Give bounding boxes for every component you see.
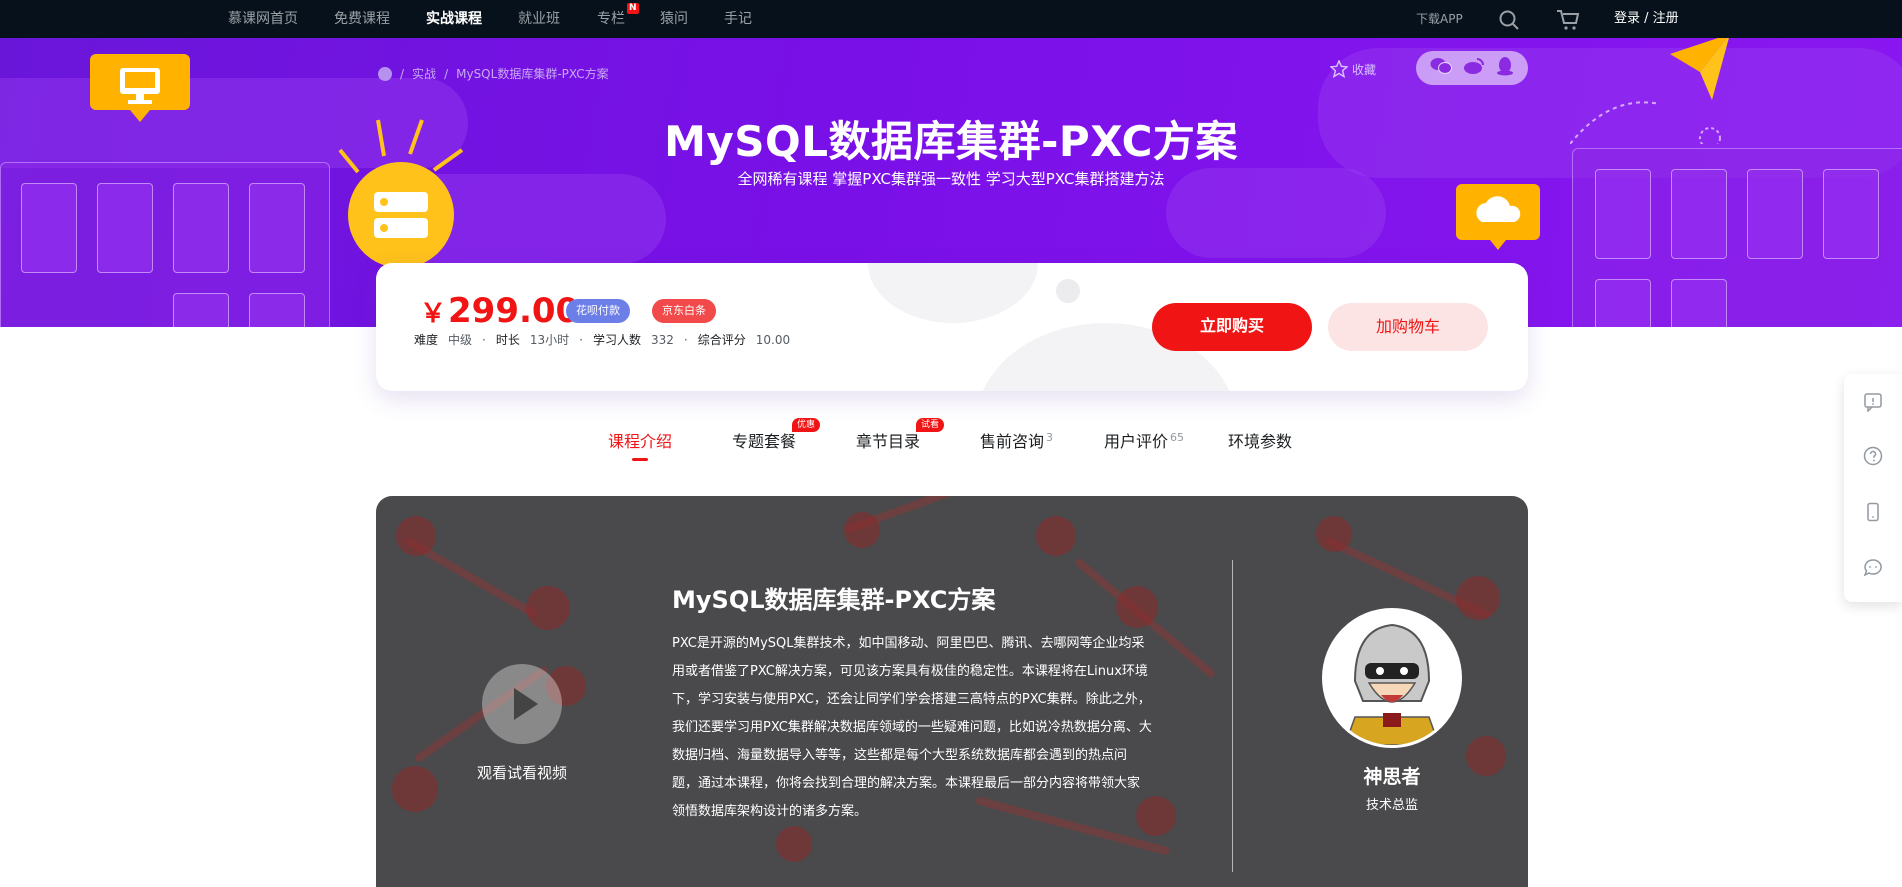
- download-app-link[interactable]: 下载APP: [1416, 0, 1463, 38]
- feedback-icon[interactable]: [1863, 392, 1883, 413]
- nav-free-courses[interactable]: 免费课程: [334, 0, 390, 38]
- tab-course-intro[interactable]: 课程介绍: [608, 428, 673, 461]
- collect-label: 收藏: [1352, 62, 1377, 77]
- card-decoration: [868, 263, 1038, 323]
- weibo-icon[interactable]: [1463, 57, 1485, 79]
- course-title: MySQL数据库集群-PXC方案: [664, 117, 1238, 166]
- login-register-link[interactable]: 登录 / 注册: [1614, 0, 1679, 38]
- meta-value: 中级: [448, 333, 473, 347]
- molecule-node: [844, 512, 880, 548]
- teacher-avatar[interactable]: [1322, 608, 1462, 748]
- tab-count: 65: [1170, 430, 1185, 444]
- floating-toolbar: [1844, 374, 1902, 602]
- meta-separator: ·: [683, 332, 688, 347]
- nav-practical-courses[interactable]: 实战课程: [426, 0, 482, 38]
- share-group: [1416, 51, 1528, 85]
- nav-column-label: 专栏: [597, 11, 625, 27]
- molecule-node: [776, 826, 812, 862]
- intro-description: PXC是开源的MySQL集群技术，如中国移动、阿里巴巴、腾讯、去哪网等企业均采用…: [672, 636, 1152, 819]
- meta-value: 13小时: [529, 333, 570, 347]
- new-badge: N: [627, 3, 639, 14]
- tab-environment[interactable]: 环境参数: [1228, 428, 1292, 452]
- wechat-icon[interactable]: [1430, 57, 1452, 79]
- currency-symbol: ￥: [420, 299, 447, 329]
- course-intro-panel: 观看试看视频 MySQL数据库集群-PXC方案 PXC是开源的MySQL集群技术…: [376, 496, 1528, 887]
- molecule-node: [1116, 586, 1158, 628]
- buy-now-button[interactable]: 立即购买: [1152, 303, 1312, 351]
- chat-icon[interactable]: [1863, 558, 1883, 578]
- molecule-node: [1036, 516, 1076, 556]
- tab-label: 章节目录: [856, 432, 921, 451]
- add-to-cart-button[interactable]: 加购物车: [1328, 303, 1488, 351]
- course-meta: 难度 中级 · 时长 13小时 · 学习人数 332 · 综合评分 10.00: [414, 331, 790, 348]
- course-subtitle: 全网稀有课程 掌握PXC集群强一致性 学习大型PXC集群搭建方法: [737, 170, 1165, 188]
- tab-user-reviews[interactable]: 用户评价 65: [1104, 428, 1184, 452]
- price-value: 299.00: [448, 291, 580, 331]
- star-icon: [1330, 60, 1348, 78]
- active-tab-indicator: [632, 458, 648, 461]
- card-decoration: [1056, 279, 1080, 303]
- meta-value: 332: [651, 332, 674, 347]
- tab-label: 课程介绍: [608, 432, 673, 451]
- search-icon[interactable]: [1498, 9, 1520, 35]
- tab-label: 售前咨询: [980, 432, 1045, 451]
- qq-icon[interactable]: [1496, 56, 1514, 80]
- breadcrumb-current: MySQL数据库集群-PXC方案: [456, 67, 609, 81]
- watch-preview-label[interactable]: 观看试看视频: [376, 762, 668, 783]
- molecule-node: [526, 586, 570, 630]
- course-price: ￥299.00: [420, 291, 579, 331]
- meta-label: 时长: [495, 333, 520, 347]
- tab-label: 用户评价: [1104, 432, 1169, 451]
- price-card: ￥299.00 花呗付款 京东白条 难度 中级 · 时长 13小时 · 学习人数…: [376, 263, 1528, 391]
- play-video-button[interactable]: [482, 664, 562, 744]
- intro-title: MySQL数据库集群-PXC方案: [672, 586, 996, 614]
- meta-label: 学习人数: [592, 333, 641, 347]
- tab-label: 环境参数: [1228, 432, 1293, 451]
- breadcrumb: / 实战 / MySQL数据库集群-PXC方案: [378, 64, 609, 84]
- meta-separator: ·: [482, 332, 486, 347]
- mobile-icon[interactable]: [1863, 502, 1883, 522]
- molecule-node: [396, 516, 436, 556]
- tab-count: 3: [1046, 430, 1054, 444]
- tab-packages[interactable]: 专题套餐 优惠: [732, 418, 821, 452]
- nav-column[interactable]: 专栏 N: [597, 0, 639, 38]
- meta-label: 综合评分: [697, 333, 746, 347]
- nav-notes[interactable]: 手记: [724, 0, 752, 38]
- course-tabs: 课程介绍 专题套餐 优惠 章节目录 试看 售前咨询 3 用户评价 65 环境参数: [0, 418, 1902, 461]
- meta-value: 10.00: [755, 332, 791, 347]
- nav-questions[interactable]: 猿问: [660, 0, 688, 38]
- tab-chapters[interactable]: 章节目录 试看: [856, 418, 945, 452]
- monitor-sign-icon: [90, 54, 190, 122]
- discount-badge: 优惠: [792, 418, 821, 432]
- home-icon[interactable]: [378, 67, 392, 81]
- top-nav: 慕课网首页 免费课程 实战课程 就业班 专栏 N 猿问 手记 下载APP 登录 …: [0, 0, 1902, 38]
- collect-button[interactable]: 收藏: [1330, 60, 1376, 78]
- molecule-node: [1316, 516, 1352, 552]
- molecule-node: [1456, 576, 1500, 620]
- play-icon: [514, 688, 538, 720]
- nav-home[interactable]: 慕课网首页: [228, 0, 298, 38]
- divider: [1232, 560, 1233, 872]
- breadcrumb-sep: /: [444, 67, 449, 81]
- preview-badge: 试看: [916, 418, 945, 432]
- meta-separator: ·: [579, 332, 583, 347]
- teacher-title: 技术总监: [1365, 798, 1418, 813]
- cloud-sign-icon: [1456, 184, 1540, 250]
- tab-label: 专题套餐: [732, 432, 797, 451]
- nav-employment-class[interactable]: 就业班: [518, 0, 560, 38]
- tab-presale-consult[interactable]: 售前咨询 3: [980, 428, 1053, 452]
- jd-baitiao-badge[interactable]: 京东白条: [652, 299, 716, 323]
- help-icon[interactable]: [1863, 446, 1883, 466]
- huabei-badge[interactable]: 花呗付款: [566, 299, 630, 323]
- teacher-name: 神思者: [1363, 766, 1421, 788]
- breadcrumb-item[interactable]: 实战: [412, 64, 436, 84]
- breadcrumb-sep: /: [400, 67, 405, 81]
- cart-icon[interactable]: [1556, 9, 1580, 35]
- meta-label: 难度: [414, 333, 439, 347]
